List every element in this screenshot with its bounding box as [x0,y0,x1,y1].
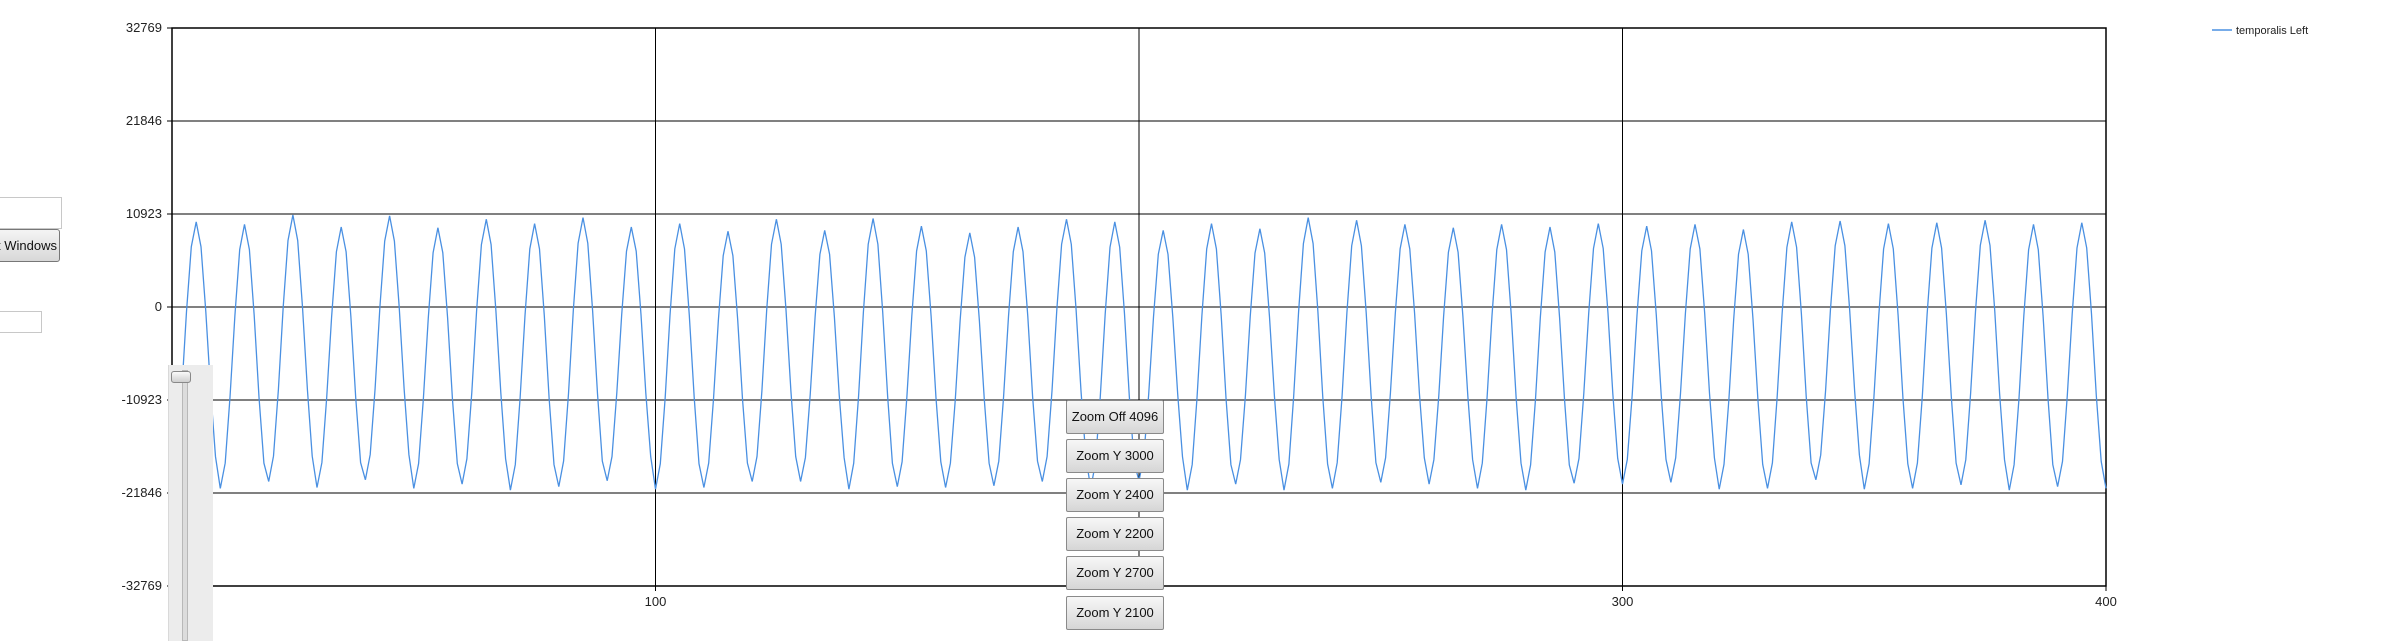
zoom-y-2100-button[interactable]: Zoom Y 2100 [1066,596,1164,630]
zoom-slider-panel [168,365,213,641]
zoom-y-3000-button[interactable]: Zoom Y 3000 [1066,439,1164,473]
y-tick-label: 32769 [126,20,162,35]
zoom-y-2400-button[interactable]: Zoom Y 2400 [1066,478,1164,512]
y-tick-label: 10923 [126,206,162,221]
y-tick-label: -21846 [122,485,162,500]
y-tick-label: -10923 [122,392,162,407]
y-tick-label: 0 [155,299,162,314]
zoom-slider-rail[interactable] [182,370,188,641]
windows-button[interactable]: t Windows [0,229,60,262]
y-axis: 32769 21846 10923 0 -10923 -21846 -32769 [122,20,172,593]
y-tick-label: 21846 [126,113,162,128]
text-input[interactable] [0,197,62,229]
x-tick-label: 400 [2095,594,2117,609]
chart: 32769 21846 10923 0 -10923 -21846 -32769 100 30… [122,20,2309,609]
x-tick-label: 300 [1612,594,1634,609]
legend-label: temporalis Left [2236,25,2308,37]
x-tick-label: 100 [645,594,667,609]
zoom-y-2200-button[interactable]: Zoom Y 2200 [1066,517,1164,551]
zoom-slider-thumb[interactable] [171,371,191,383]
zoom-y-2700-button[interactable]: Zoom Y 2700 [1066,556,1164,590]
legend: temporalis Left [2212,25,2308,37]
small-text-input[interactable] [0,311,42,333]
y-tick-label: -32769 [122,578,162,593]
x-axis: 100 300 400 [645,586,2117,609]
zoom-off-button[interactable]: Zoom Off 4096 [1066,400,1164,434]
